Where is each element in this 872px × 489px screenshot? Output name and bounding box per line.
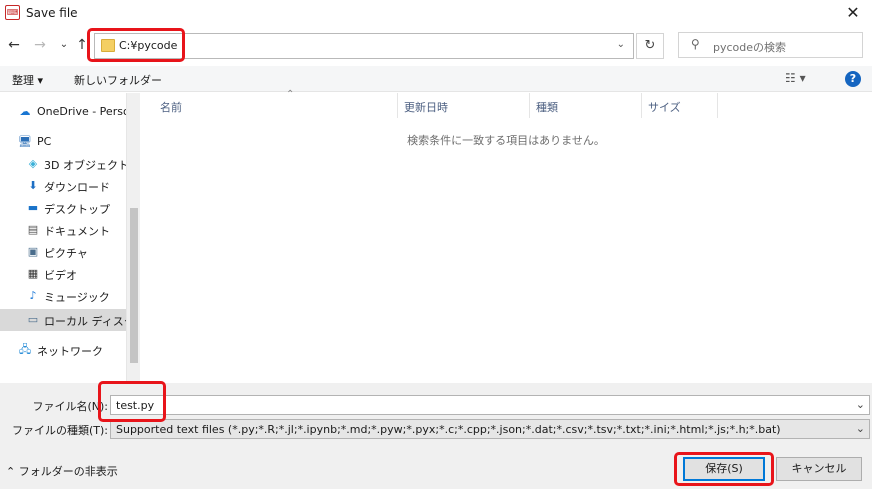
hide-folders-button[interactable]: ⌃ フォルダーの非表示	[6, 463, 118, 479]
navigation-bar: ← → ⌄ ↑ C:¥pycode ⌄ ↻ ⚲ pycodeの検索	[0, 28, 872, 64]
navigation-pane: ☁ OneDrive - Persor 🖥 PC ◈ 3D オブジェクト ⬇ ダ…	[0, 93, 140, 383]
column-header-name[interactable]: ⌃ 名前	[154, 89, 398, 118]
sidebar-item-downloads[interactable]: ⬇ ダウンロード	[0, 175, 126, 197]
music-icon: ♪	[29, 289, 37, 302]
sidebar-item-network[interactable]: 🖧 ネットワーク	[0, 339, 126, 361]
sidebar-item-pc[interactable]: 🖥 PC	[0, 131, 126, 153]
search-input[interactable]: ⚲ pycodeの検索	[678, 32, 863, 58]
document-icon: ▤	[27, 223, 39, 236]
new-folder-button[interactable]: 新しいフォルダー	[74, 72, 162, 88]
download-icon: ⬇	[28, 179, 38, 192]
filetype-label: ファイルの種類(T):	[11, 424, 108, 437]
sidebar-scrollbar-thumb[interactable]	[130, 208, 138, 363]
column-header-type[interactable]: 種類	[530, 93, 642, 118]
cancel-button[interactable]: キャンセル	[776, 457, 862, 481]
file-list: ⌃ 名前 更新日時 種類 サイズ 検索条件に一致する項目はありません。	[140, 89, 872, 383]
organize-button[interactable]: 整理 ▾	[12, 72, 43, 88]
help-icon[interactable]: ?	[845, 71, 861, 87]
filename-label: ファイル名(N):	[32, 400, 108, 413]
sidebar-item-videos[interactable]: ▦ ビデオ	[0, 263, 126, 285]
computer-icon: 🖥	[18, 135, 32, 148]
search-icon: ⚲	[691, 37, 700, 51]
close-icon[interactable]: ✕	[842, 2, 864, 24]
sidebar-item-desktop[interactable]: ▬ デスクトップ	[0, 197, 126, 219]
filename-input[interactable]: test.py ⌄	[110, 395, 870, 415]
cube-icon: ◈	[28, 157, 38, 170]
column-header-size[interactable]: サイズ	[642, 93, 718, 118]
filename-value: test.py	[116, 399, 155, 412]
network-icon: 🖧	[18, 343, 32, 356]
sidebar-item-documents[interactable]: ▤ ドキュメント	[0, 219, 126, 241]
column-header-modified[interactable]: 更新日時	[398, 93, 530, 118]
forward-arrow-icon[interactable]: →	[32, 36, 48, 54]
title-bar: ⌨ Save file ✕	[0, 0, 872, 28]
app-icon: ⌨	[5, 5, 20, 20]
save-options-panel: ファイル名(N): test.py ⌄ ファイルの種類(T): Supporte…	[0, 383, 872, 489]
picture-icon: ▣	[27, 245, 39, 258]
cloud-icon: ☁	[19, 105, 31, 118]
sidebar-item-pictures[interactable]: ▣ ピクチャ	[0, 241, 126, 263]
desktop-icon: ▬	[27, 201, 39, 214]
filename-dropdown-chevron-icon[interactable]: ⌄	[856, 398, 865, 411]
refresh-icon[interactable]: ↻	[636, 33, 664, 59]
sidebar-scrollbar[interactable]	[126, 93, 140, 383]
recent-locations-chevron-icon[interactable]: ⌄	[56, 36, 72, 54]
back-arrow-icon[interactable]: ←	[6, 36, 22, 54]
toolbar: 整理 ▾ 新しいフォルダー ☷ ▾ ?	[0, 66, 872, 92]
folder-icon	[101, 39, 115, 52]
address-path[interactable]: C:¥pycode	[119, 39, 177, 52]
drive-icon: ▭	[27, 313, 39, 326]
video-icon: ▦	[27, 267, 39, 280]
sidebar-item-3d-objects[interactable]: ◈ 3D オブジェクト	[0, 153, 129, 175]
sidebar-item-local-disk[interactable]: ▭ ローカル ディスク (C	[0, 309, 140, 331]
address-bar[interactable]: C:¥pycode ⌄	[94, 33, 634, 59]
filetype-value: Supported text files (*.py;*.R;*.jl;*.ip…	[116, 423, 781, 436]
window-title: Save file	[26, 6, 78, 20]
up-arrow-icon[interactable]: ↑	[74, 36, 90, 54]
sidebar-item-music[interactable]: ♪ ミュージック	[0, 285, 126, 307]
view-options-icon[interactable]: ☷ ▾	[785, 71, 806, 85]
sidebar-item-onedrive[interactable]: ☁ OneDrive - Persor	[0, 101, 135, 123]
filetype-dropdown-chevron-icon[interactable]: ⌄	[851, 422, 865, 435]
filetype-select[interactable]: Supported text files (*.py;*.R;*.jl;*.ip…	[110, 419, 870, 439]
search-placeholder: pycodeの検索	[713, 41, 787, 54]
empty-list-message: 検索条件に一致する項目はありません。	[407, 134, 605, 147]
save-button[interactable]: 保存(S)	[683, 457, 765, 481]
address-dropdown-chevron-icon[interactable]: ⌄	[617, 39, 625, 50]
sort-ascending-icon: ⌃	[286, 89, 295, 100]
